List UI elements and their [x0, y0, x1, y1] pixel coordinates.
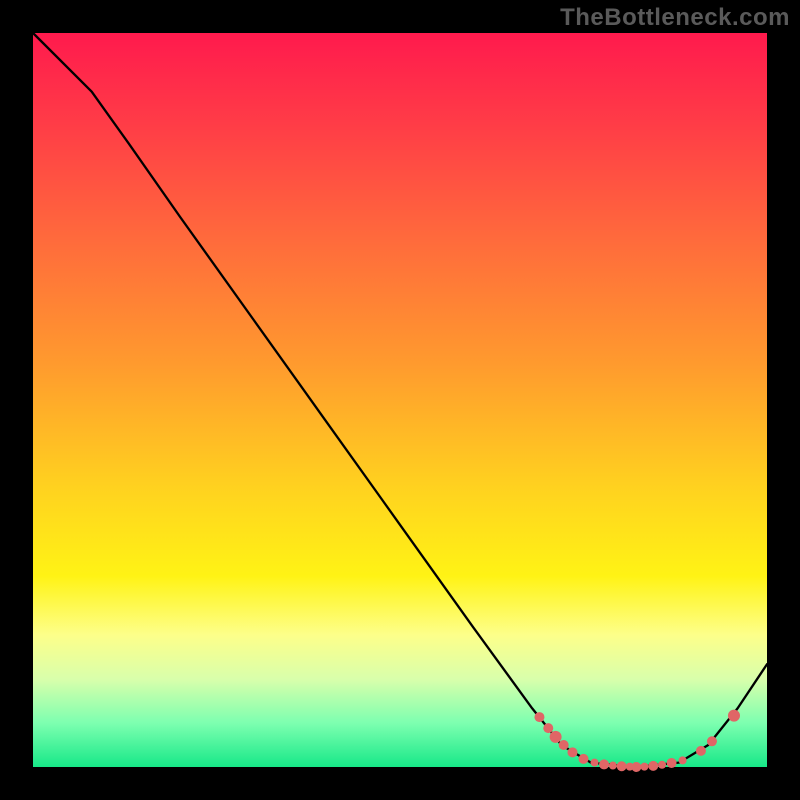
data-marker: [658, 761, 666, 769]
data-marker: [579, 754, 589, 764]
data-marker: [648, 761, 658, 771]
gradient-plot-area: [33, 33, 767, 767]
data-marker: [543, 723, 553, 733]
watermark-text: TheBottleneck.com: [560, 4, 790, 32]
data-marker: [591, 759, 599, 767]
data-marker: [679, 756, 687, 764]
data-marker: [696, 746, 706, 756]
data-marker: [667, 758, 677, 768]
data-marker: [550, 731, 562, 743]
data-marker: [567, 747, 577, 757]
data-marker: [640, 763, 648, 771]
data-marker: [728, 710, 740, 722]
data-marker: [707, 736, 717, 746]
chart-container: TheBottleneck.com: [0, 0, 800, 800]
data-marker: [559, 740, 569, 750]
data-marker: [534, 712, 544, 722]
data-marker: [599, 759, 609, 769]
data-marker: [617, 761, 627, 771]
data-marker: [609, 762, 617, 770]
bottleneck-chart: [0, 0, 800, 800]
data-marker: [631, 762, 641, 772]
